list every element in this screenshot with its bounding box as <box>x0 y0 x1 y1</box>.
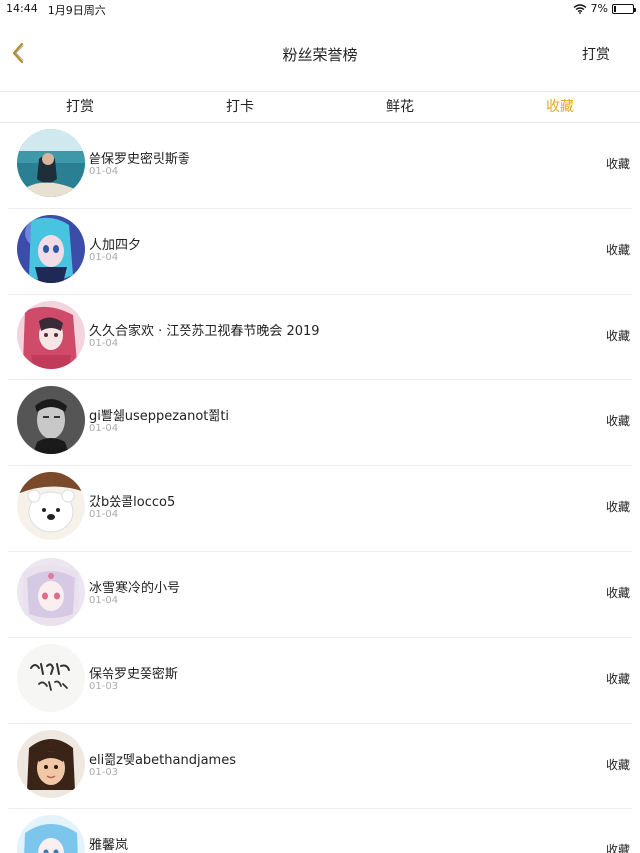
status-time: 14:44 <box>6 2 38 15</box>
avatar[interactable] <box>17 386 85 455</box>
favorite-label[interactable]: 收藏 <box>606 756 630 773</box>
battery-icon <box>612 3 636 14</box>
list-item[interactable]: 雅馨岚 收藏 <box>8 809 632 853</box>
list-item[interactable]: 冰雪寒冷的小号 01-04 收藏 <box>8 552 632 638</box>
item-name: 씉保罗史密릿斯좋 <box>89 152 190 167</box>
wifi-icon <box>573 3 587 14</box>
list-item[interactable]: gi뽤쉚useppezanot쬚ti 01-04 收藏 <box>8 380 632 467</box>
avatar[interactable] <box>17 472 85 541</box>
favorite-label[interactable]: 收藏 <box>606 670 630 687</box>
item-name: 保쏚罗史쫒密斯 <box>89 666 178 682</box>
item-date: 01-04 <box>89 337 119 349</box>
item-date: 01-04 <box>89 166 119 177</box>
favorite-label[interactable]: 收藏 <box>606 327 630 344</box>
list-item[interactable]: eli쯺z뗒abethandjames 01-03 收藏 <box>8 724 632 810</box>
status-right: 7% <box>573 2 636 15</box>
avatar[interactable] <box>17 643 85 712</box>
avatar[interactable] <box>17 729 85 798</box>
item-date: 01-04 <box>89 423 119 435</box>
item-name: 人加四夕 <box>89 237 142 253</box>
item-name: eli쯺z뗒abethandjames <box>89 752 236 768</box>
tab-flowers[interactable]: 鲜花 <box>320 92 480 122</box>
status-date: 1月9日周六 <box>47 4 106 17</box>
list-item[interactable]: 갔b쏬콜locco5 01-04 收藏 <box>8 466 632 552</box>
status-left: 14:44 1月9日周六 <box>6 2 106 18</box>
list-item[interactable]: 씉保罗史密릿斯좋 01-04 收藏 <box>8 123 632 209</box>
favorite-label[interactable]: 收藏 <box>606 155 630 172</box>
tab-favorites[interactable]: 收藏 <box>480 92 640 122</box>
avatar[interactable] <box>17 129 85 197</box>
avatar[interactable] <box>17 300 85 369</box>
list-item[interactable]: 久久合家欢 · 江쯧苏卫视春节晚会 2019 01-04 收藏 <box>8 295 632 381</box>
avatar[interactable] <box>17 815 85 853</box>
list-item[interactable]: 人加四夕 01-04 收藏 <box>8 209 632 295</box>
battery-percent: 7% <box>590 2 608 15</box>
avatar[interactable] <box>17 557 85 626</box>
item-date: 01-04 <box>89 509 119 521</box>
page-title: 粉丝荣誉榜 <box>282 46 358 64</box>
status-bar: 14:44 1月9日周六 7% <box>0 0 640 18</box>
avatar[interactable] <box>17 214 85 283</box>
nav-bar: 粉丝荣誉榜 打赏 <box>0 18 640 90</box>
tab-reward[interactable]: 打赏 <box>0 92 160 122</box>
tab-checkin[interactable]: 打卡 <box>160 92 320 122</box>
item-name: gi뽤쉚useppezanot쬚ti <box>89 409 230 425</box>
item-date: 01-04 <box>89 251 119 263</box>
favorite-label[interactable]: 收藏 <box>606 498 630 515</box>
fan-list: 씉保罗史密릿斯좋 01-04 收藏 人加四夕 01-04 收藏 久久合家欢 · … <box>0 123 640 853</box>
favorite-label[interactable]: 收藏 <box>606 412 630 429</box>
favorite-label[interactable]: 收藏 <box>606 241 630 258</box>
tab-bar: 打赏 打卡 鲜花 收藏 <box>0 91 640 123</box>
item-date: 01-03 <box>89 680 119 692</box>
item-name: 冰雪寒冷的小号 <box>89 580 181 596</box>
favorite-label[interactable]: 收藏 <box>606 841 630 853</box>
item-name: 갔b쏬콜locco5 <box>89 495 176 511</box>
favorite-label[interactable]: 收藏 <box>606 584 630 601</box>
item-name: 久久合家欢 · 江쯧苏卫视春节晚会 2019 <box>89 323 320 339</box>
list-item[interactable]: 保쏚罗史쫒密斯 01-03 收藏 <box>8 638 632 724</box>
reward-button[interactable]: 打赏 <box>582 44 610 64</box>
item-date: 01-04 <box>89 594 119 606</box>
item-date: 01-03 <box>89 766 119 778</box>
item-name: 雅馨岚 <box>89 838 129 853</box>
